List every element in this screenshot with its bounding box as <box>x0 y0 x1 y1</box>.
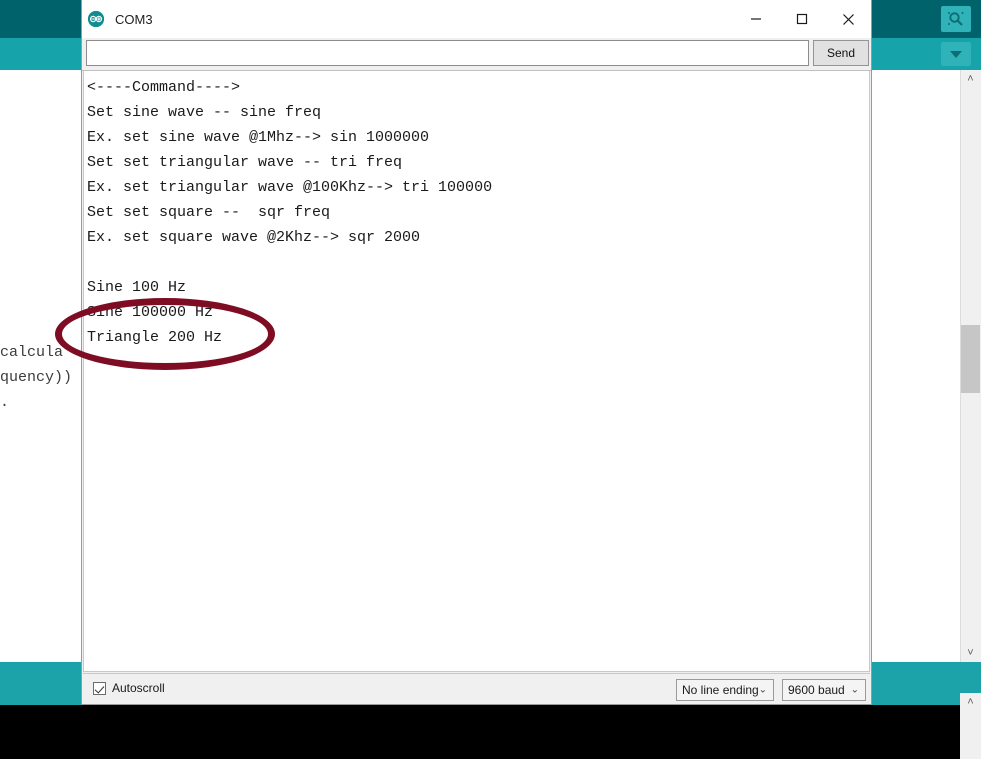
ide-console-scrollbar[interactable] <box>960 705 981 759</box>
scrollbar-thumb[interactable] <box>961 325 980 393</box>
autoscroll-label: Autoscroll <box>112 681 165 695</box>
close-icon <box>842 13 854 25</box>
ide-console-area <box>0 705 981 759</box>
console-line: Ex. set square wave @2Khz--> sqr 2000 <box>87 229 421 246</box>
serial-send-input[interactable] <box>86 40 809 66</box>
chevron-down-icon: ⌄ <box>758 684 767 696</box>
console-line: Sine 100 Hz <box>87 279 187 296</box>
line-ending-select[interactable]: No line ending ⌄ <box>676 679 774 701</box>
serial-monitor-window: COM3 Send <----Command----> Set sine wav… <box>81 0 872 705</box>
maximize-button[interactable] <box>779 0 825 38</box>
minimize-button[interactable] <box>733 0 779 38</box>
autoscroll-toggle[interactable]: Autoscroll <box>93 681 165 695</box>
ide-editor-text: calcula quency)) . <box>0 344 73 411</box>
chevron-down-icon: ⌄ <box>850 684 859 696</box>
console-line: Triangle 200 Hz <box>87 329 223 346</box>
baud-rate-select[interactable]: 9600 baud ⌄ <box>782 679 866 701</box>
console-line: Ex. set triangular wave @100Khz--> tri 1… <box>87 179 493 196</box>
window-title: COM3 <box>115 11 153 27</box>
window-controls <box>733 0 871 38</box>
window-titlebar: COM3 <box>82 0 871 38</box>
serial-output-text: <----Command----> Set sine wave -- sine f… <box>84 71 869 350</box>
ide-dropdown-button[interactable] <box>941 42 971 66</box>
chevron-down-icon <box>950 50 962 58</box>
send-bar: Send <box>82 38 871 71</box>
serial-output-console[interactable]: <----Command----> Set sine wave -- sine f… <box>83 71 870 672</box>
console-line: Set set triangular wave -- tri freq <box>87 154 403 171</box>
send-button[interactable]: Send <box>813 40 869 66</box>
line-ending-value: No line ending <box>682 683 759 697</box>
close-button[interactable] <box>825 0 871 38</box>
console-line: <----Command----> <box>87 79 241 96</box>
arduino-logo-icon <box>87 10 105 28</box>
status-bar: Autoscroll No line ending ⌄ 9600 baud ⌄ <box>83 673 870 704</box>
scroll-up-arrow-icon[interactable]: ˄ <box>960 70 981 88</box>
minimize-icon <box>751 18 761 20</box>
baud-rate-value: 9600 baud <box>788 683 845 697</box>
console-line: Ex. set sine wave @1Mhz--> sin 1000000 <box>87 129 430 146</box>
console-line: Set set square -- sqr freq <box>87 204 331 221</box>
console-scroll-up-arrow-icon[interactable]: ˄ <box>960 693 981 711</box>
autoscroll-checkbox[interactable] <box>93 681 106 695</box>
magnifier-icon <box>948 12 964 26</box>
console-line: Sine 100000 Hz <box>87 304 214 321</box>
serial-monitor-button[interactable] <box>941 6 971 32</box>
screen-root: calcula quency)) . ˄ ˅ ˄ COM3 Send <----… <box>0 0 981 759</box>
scroll-down-arrow-icon[interactable]: ˅ <box>960 644 981 662</box>
maximize-icon <box>796 13 808 25</box>
console-line: Set sine wave -- sine freq <box>87 104 322 121</box>
